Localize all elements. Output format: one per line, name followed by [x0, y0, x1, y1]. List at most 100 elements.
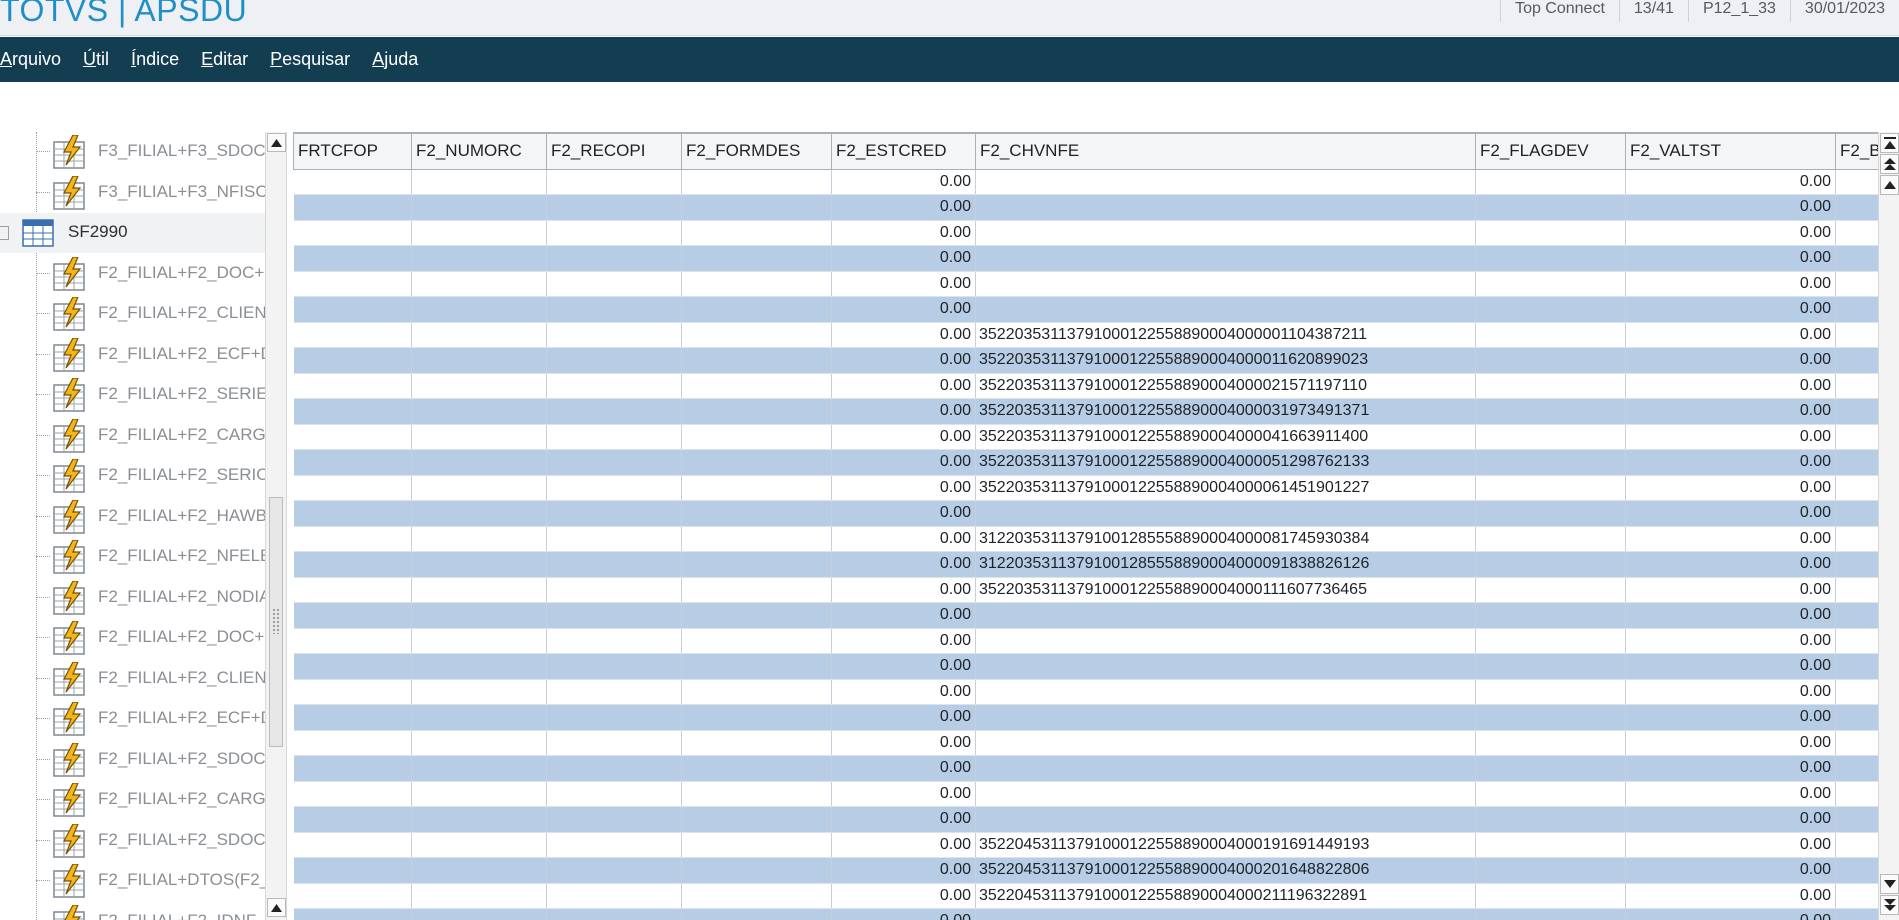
cell-f2-formdes[interactable] [681, 577, 832, 603]
cell-f2-chvnfe[interactable]: 3522035311379100012255889000400002157119… [975, 373, 1476, 399]
cell-frtcfop[interactable] [293, 577, 412, 603]
cell-frtcfop[interactable] [293, 169, 412, 195]
cell-f2-numorc[interactable] [411, 781, 547, 807]
cell-f2-recopi[interactable] [546, 424, 682, 450]
cell-f2-chvnfe[interactable] [975, 755, 1476, 782]
table-row[interactable]: 0.00 352203531137910001225588900040000512… [293, 449, 1878, 476]
cell-f2-b[interactable] [1835, 704, 1878, 731]
cell-f2-valtst[interactable]: 0.00 [1625, 883, 1836, 909]
tree-index-node[interactable]: F3_FILIAL+F3_SDOC+ [0, 132, 265, 172]
cell-f2-valtst[interactable]: 0.00 [1625, 781, 1836, 807]
cell-f2-chvnfe[interactable] [975, 220, 1476, 246]
cell-f2-flagdev[interactable] [1475, 551, 1626, 578]
cell-f2-formdes[interactable] [681, 806, 832, 833]
cell-frtcfop[interactable] [293, 755, 412, 782]
cell-f2-formdes[interactable] [681, 551, 832, 578]
cell-f2-valtst[interactable]: 0.00 [1625, 169, 1836, 195]
tree-index-node[interactable]: F2_FILIAL+F2_SDOCC [0, 821, 265, 861]
cell-frtcfop[interactable] [293, 806, 412, 833]
table-row[interactable]: 0.00 352203531137910001225588900040000011… [293, 322, 1878, 348]
cell-f2-b[interactable] [1835, 347, 1878, 374]
cell-f2-valtst[interactable]: 0.00 [1625, 653, 1836, 680]
tree-scroll-thumb[interactable] [269, 497, 283, 747]
cell-f2-b[interactable] [1835, 220, 1878, 246]
table-row[interactable]: 0.00 0.00 [293, 781, 1878, 807]
cell-f2-estcred[interactable]: 0.00 [831, 806, 976, 833]
cell-frtcfop[interactable] [293, 704, 412, 731]
cell-f2-estcred[interactable]: 0.00 [831, 347, 976, 374]
tree-table-node[interactable]: SF2990 [0, 213, 265, 253]
cell-frtcfop[interactable] [293, 832, 412, 858]
cell-f2-flagdev[interactable] [1475, 679, 1626, 705]
cell-f2-b[interactable] [1835, 245, 1878, 272]
cell-f2-valtst[interactable]: 0.00 [1625, 908, 1836, 920]
cell-frtcfop[interactable] [293, 373, 412, 399]
column-header-f2-numorc[interactable]: F2_NUMORC [411, 132, 547, 170]
cell-f2-estcred[interactable]: 0.00 [831, 424, 976, 450]
cell-f2-recopi[interactable] [546, 857, 682, 884]
cell-f2-recopi[interactable] [546, 526, 682, 552]
cell-f2-flagdev[interactable] [1475, 475, 1626, 501]
cell-f2-numorc[interactable] [411, 475, 547, 501]
cell-f2-b[interactable] [1835, 194, 1878, 221]
tree-index-node[interactable]: F2_FILIAL+F2_SERIE+ [0, 375, 265, 415]
cell-frtcfop[interactable] [293, 883, 412, 909]
cell-f2-flagdev[interactable] [1475, 602, 1626, 629]
cell-f2-valtst[interactable]: 0.00 [1625, 271, 1836, 297]
tree-index-node[interactable]: F2_FILIAL+F2_CLIENT [0, 659, 265, 699]
menu-util[interactable]: Útil [83, 49, 109, 70]
column-header-f2-estcred[interactable]: F2_ESTCRED [831, 132, 976, 170]
cell-f2-b[interactable] [1835, 755, 1878, 782]
cell-frtcfop[interactable] [293, 908, 412, 920]
cell-f2-b[interactable] [1835, 679, 1878, 705]
cell-f2-estcred[interactable]: 0.00 [831, 500, 976, 527]
cell-frtcfop[interactable] [293, 730, 412, 756]
cell-f2-numorc[interactable] [411, 347, 547, 374]
cell-f2-estcred[interactable]: 0.00 [831, 194, 976, 221]
cell-f2-estcred[interactable]: 0.00 [831, 857, 976, 884]
cell-f2-valtst[interactable]: 0.00 [1625, 577, 1836, 603]
cell-f2-valtst[interactable]: 0.00 [1625, 322, 1836, 348]
cell-f2-recopi[interactable] [546, 551, 682, 578]
grid-scroll-down-button[interactable] [1880, 874, 1899, 894]
tree-index-node[interactable]: F2_FILIAL+DTOS(F2_E [0, 861, 265, 901]
cell-f2-valtst[interactable]: 0.00 [1625, 832, 1836, 858]
table-row[interactable]: 0.00 0.00 [293, 908, 1878, 920]
cell-f2-b[interactable] [1835, 832, 1878, 858]
cell-f2-numorc[interactable] [411, 245, 547, 272]
cell-f2-estcred[interactable]: 0.00 [831, 475, 976, 501]
table-row[interactable]: 0.00 0.00 [293, 169, 1878, 195]
cell-f2-formdes[interactable] [681, 194, 832, 221]
cell-f2-flagdev[interactable] [1475, 271, 1626, 297]
cell-f2-recopi[interactable] [546, 398, 682, 425]
cell-f2-valtst[interactable]: 0.00 [1625, 449, 1836, 476]
cell-f2-b[interactable] [1835, 577, 1878, 603]
cell-f2-numorc[interactable] [411, 679, 547, 705]
cell-frtcfop[interactable] [293, 398, 412, 425]
tree-scroll-up-button[interactable] [267, 133, 286, 152]
cell-frtcfop[interactable] [293, 475, 412, 501]
cell-f2-b[interactable] [1835, 322, 1878, 348]
cell-frtcfop[interactable] [293, 220, 412, 246]
table-row[interactable]: 0.00 0.00 [293, 806, 1878, 833]
cell-frtcfop[interactable] [293, 194, 412, 221]
cell-f2-formdes[interactable] [681, 628, 832, 654]
cell-f2-estcred[interactable]: 0.00 [831, 832, 976, 858]
tree-index-node[interactable]: F2_FILIAL+F2_ECF+D [0, 335, 265, 375]
cell-f2-formdes[interactable] [681, 679, 832, 705]
cell-f2-valtst[interactable]: 0.00 [1625, 857, 1836, 884]
cell-f2-valtst[interactable]: 0.00 [1625, 500, 1836, 527]
table-row[interactable]: 0.00 0.00 [293, 653, 1878, 680]
cell-f2-recopi[interactable] [546, 322, 682, 348]
cell-f2-valtst[interactable]: 0.00 [1625, 806, 1836, 833]
table-row[interactable]: 0.00 312203531137910012855588900040000918… [293, 551, 1878, 578]
cell-frtcfop[interactable] [293, 449, 412, 476]
cell-f2-flagdev[interactable] [1475, 704, 1626, 731]
cell-f2-recopi[interactable] [546, 679, 682, 705]
grid-scroll-page-down-button[interactable] [1880, 895, 1899, 915]
cell-frtcfop[interactable] [293, 526, 412, 552]
cell-f2-estcred[interactable]: 0.00 [831, 679, 976, 705]
cell-f2-recopi[interactable] [546, 781, 682, 807]
cell-f2-chvnfe[interactable]: 3522045311379100012255889000400020164882… [975, 857, 1476, 884]
cell-f2-numorc[interactable] [411, 194, 547, 221]
